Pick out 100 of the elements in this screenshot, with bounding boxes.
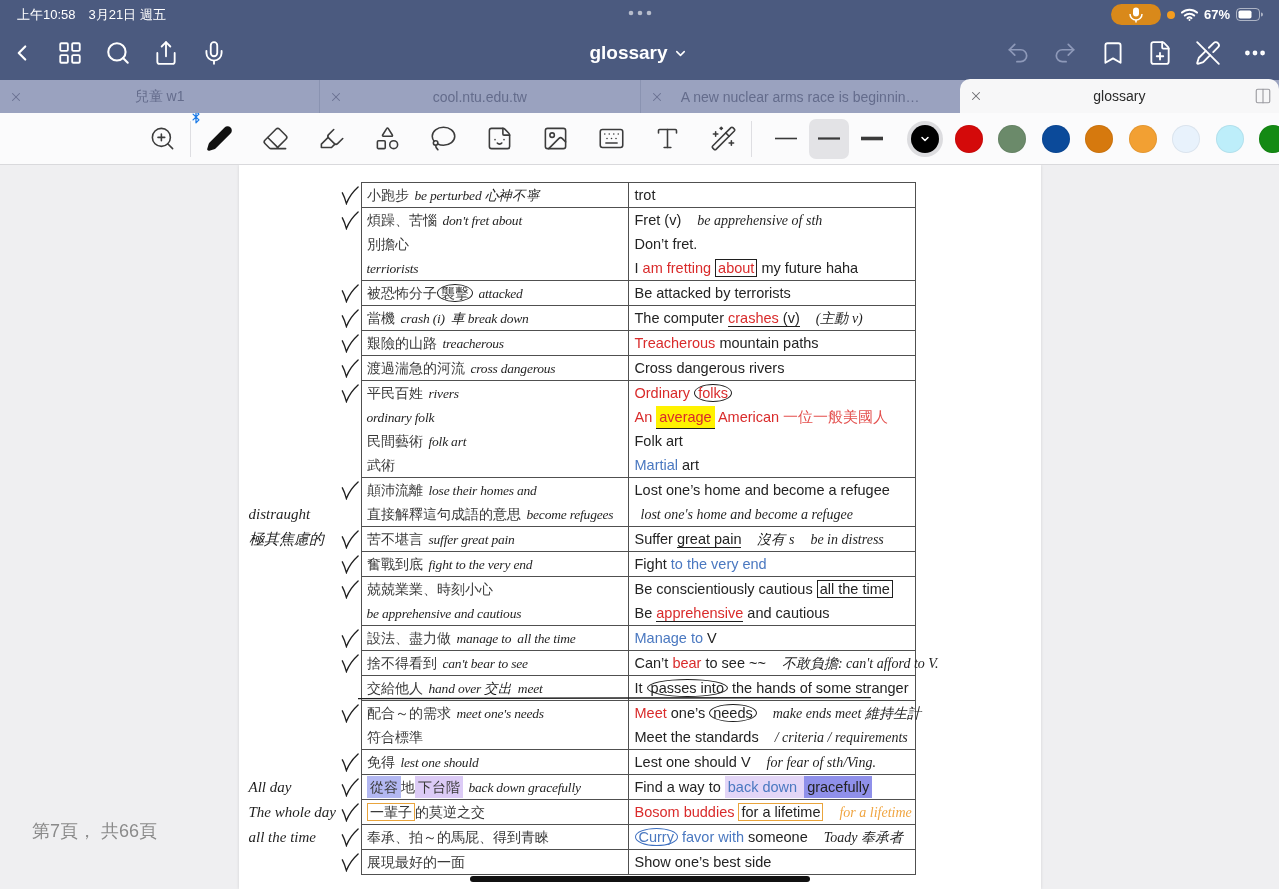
handwritten-note: lost one's home and become a refugee bbox=[640, 505, 853, 523]
handwritten-note: attacked bbox=[478, 284, 523, 302]
handwritten-note: lose their homes and bbox=[428, 481, 537, 499]
handwritten-note: All day bbox=[248, 778, 292, 796]
cell-text: Lost one’s home and become a refugee bbox=[634, 481, 890, 499]
handwritten-note: fight to the very end bbox=[428, 555, 533, 573]
cell-text: 艱險的山路 bbox=[366, 334, 437, 352]
handwritten-note: 沒有 s bbox=[757, 530, 795, 548]
cell-text: 別擔心 bbox=[366, 235, 409, 253]
cell-text: 交給他人 bbox=[366, 679, 423, 697]
cell-text: 免得 bbox=[366, 753, 395, 771]
stroke-line-icon bbox=[861, 136, 883, 141]
pen-icon[interactable] bbox=[205, 125, 233, 152]
cell-text: Suffer great pain bbox=[634, 530, 742, 548]
handwritten-note: (主動 v) bbox=[815, 309, 863, 327]
handwritten-note: for a lifetime bbox=[839, 803, 912, 821]
handwritten-note: suffer great pain bbox=[428, 530, 515, 548]
handwritten-note: / criteria / requirements bbox=[774, 728, 908, 746]
handwritten-note: cross dangerous bbox=[470, 359, 556, 377]
handwritten-note: be apprehensive of sth bbox=[697, 211, 823, 229]
cell-text: 煩躁、苦惱 bbox=[366, 211, 437, 229]
handwritten-note: folk art bbox=[428, 432, 467, 450]
handwritten-note: all the time bbox=[248, 828, 316, 846]
cell-text: Lest one should V bbox=[634, 753, 751, 771]
cell-text: 設法、盡力做 bbox=[366, 629, 451, 647]
handwritten-note: don't fret about bbox=[442, 211, 522, 229]
cell-text: 苦不堪言 bbox=[366, 530, 423, 548]
cell-text: Ordinary folks bbox=[634, 384, 732, 402]
handwritten-note: hand over 交出 bbox=[428, 679, 512, 697]
cell-text: Be conscientiously cautious all the time bbox=[634, 580, 893, 598]
cell-text: Can’t bear to see ~~ bbox=[634, 654, 766, 672]
cell-text: Cross dangerous rivers bbox=[634, 359, 785, 377]
cell-text: 展現最好的一面 bbox=[366, 853, 465, 871]
cell-text: Folk art bbox=[634, 432, 683, 450]
status-date: 3月21日 週五 bbox=[88, 5, 166, 24]
handwritten-note: can't bear to see bbox=[442, 654, 528, 672]
tab[interactable]: glossary bbox=[959, 79, 1279, 113]
multitasking-icon[interactable] bbox=[628, 10, 652, 16]
wifi-icon bbox=[1180, 8, 1198, 21]
cell-text: 符合標準 bbox=[366, 728, 423, 746]
cell-text: The computer crashes (v) bbox=[634, 309, 800, 327]
stroke-line-icon bbox=[818, 136, 840, 141]
handwritten-note: ordinary folk bbox=[366, 408, 435, 426]
status-time: 上午10:58 bbox=[17, 5, 76, 24]
cell-text: 奉承、拍～的馬屁、得到青睞 bbox=[366, 828, 549, 846]
cell-text: I am fretting about my future haha bbox=[634, 259, 859, 277]
cell-text: Bosom buddies for a lifetime bbox=[634, 803, 824, 821]
handwritten-note: meet one's needs bbox=[456, 704, 544, 722]
cell-text: Meet the standards bbox=[634, 728, 759, 746]
handwritten-note: rivers bbox=[428, 384, 459, 402]
handwritten-note: back down gracefully bbox=[468, 778, 581, 796]
cell-text: Manage to V bbox=[634, 629, 717, 647]
handwritten-note: be perturbed 心神不寧 bbox=[414, 186, 540, 204]
handwritten-note: become refugees bbox=[526, 505, 614, 523]
lasso-icon[interactable] bbox=[429, 125, 457, 152]
cell-text: Show one’s best side bbox=[634, 853, 772, 871]
battery-percentage: 67% bbox=[1203, 7, 1230, 22]
cell-text: 兢兢業業、時刻小心 bbox=[366, 580, 493, 598]
cell-text: Treacherous mountain paths bbox=[634, 334, 819, 352]
eraser-icon[interactable] bbox=[261, 125, 289, 152]
handwritten-note: 極其焦慮的 bbox=[248, 529, 324, 549]
stroke-line-icon bbox=[775, 136, 797, 141]
handwritten-note: all the time bbox=[517, 629, 576, 647]
cell-text: Fight to the very end bbox=[634, 555, 767, 573]
search-icon[interactable] bbox=[105, 40, 131, 66]
wand-icon[interactable] bbox=[709, 125, 737, 152]
handwritten-note: Toady 奉承者 bbox=[823, 828, 903, 846]
cell-text: Meet one’s needs bbox=[634, 704, 757, 722]
cell-text: Don’t fret. bbox=[634, 235, 698, 253]
cell-text: 民間藝術 bbox=[366, 432, 423, 450]
cell-text: 捨不得看到 bbox=[366, 654, 437, 672]
cell-text: trot bbox=[634, 186, 656, 204]
grid-icon[interactable] bbox=[57, 40, 83, 66]
cell-text: 小跑步 bbox=[366, 186, 409, 204]
cell-text: It passes into the hands of some stranger bbox=[634, 679, 909, 697]
battery-icon bbox=[1236, 8, 1263, 21]
handwritten-note: The whole day bbox=[248, 803, 336, 821]
cell-text: Fret (v) bbox=[634, 211, 682, 229]
handwritten-note: 車 break down bbox=[450, 309, 529, 327]
handwritten-note: be in distress bbox=[810, 530, 884, 548]
cell-text: 一輩子 的莫逆之交 bbox=[366, 803, 485, 821]
handwritten-note: distraught bbox=[248, 505, 311, 523]
cell-text: 從容 地 下台階 bbox=[366, 778, 463, 796]
handwritten-note: terriorists bbox=[366, 259, 419, 277]
cell-text: 平民百姓 bbox=[366, 384, 423, 402]
cell-text: Be attacked by terrorists bbox=[634, 284, 791, 302]
cell-text: An average American 一位一般美國人 bbox=[634, 408, 889, 426]
handwritten-note: be apprehensive and cautious bbox=[366, 604, 522, 622]
handwritten-note: crash (i) bbox=[400, 309, 445, 327]
share-icon[interactable] bbox=[153, 40, 179, 66]
cell-text: Find a way to back down gracefully bbox=[634, 778, 873, 796]
add-page-icon[interactable] bbox=[1147, 40, 1173, 66]
cell-text: 被恐怖分子 襲擊 bbox=[366, 284, 473, 302]
page-indicator: 第7頁， 共66頁 bbox=[32, 820, 158, 843]
handwritten-note: lest one should bbox=[400, 753, 479, 771]
pen-off-icon[interactable] bbox=[1194, 40, 1221, 66]
handwritten-note: treacherous bbox=[442, 334, 504, 352]
title-button[interactable]: glossary bbox=[589, 42, 688, 64]
cell-text: Curry favor with someone bbox=[634, 828, 808, 846]
cell-text: 武術 bbox=[366, 456, 395, 474]
